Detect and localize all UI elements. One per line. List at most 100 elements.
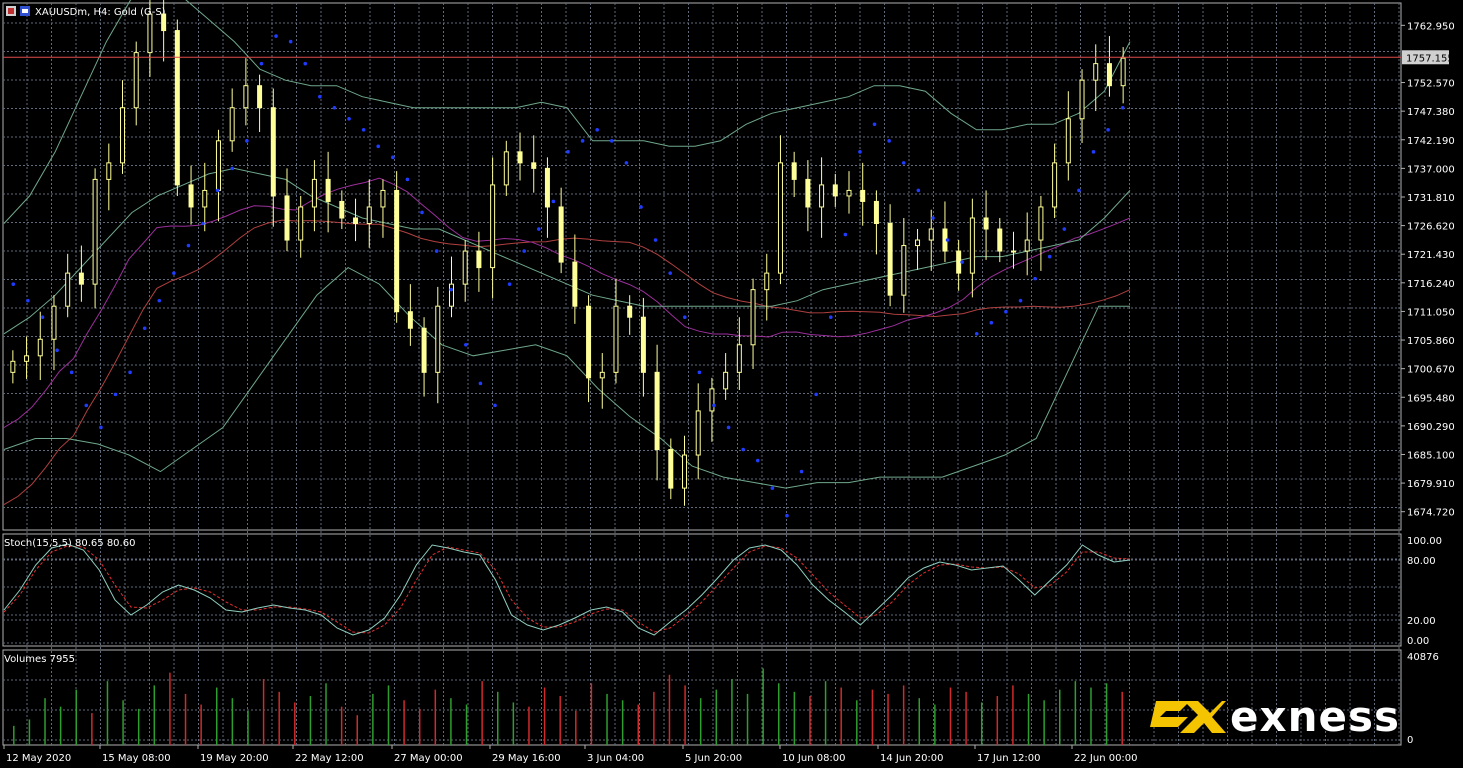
candle-body	[873, 200, 879, 225]
time-tick-label: 27 May 00:00	[394, 753, 463, 764]
psar-dot	[259, 61, 264, 66]
psar-dot	[157, 298, 162, 303]
price-tick-label: 1679.910	[1407, 479, 1455, 490]
psar-dot	[113, 392, 118, 397]
candle-body	[476, 250, 482, 269]
chart-period-icon[interactable]	[20, 6, 30, 16]
psar-dot	[785, 513, 789, 518]
psar-dot	[201, 221, 205, 226]
psar-dot	[361, 127, 366, 132]
psar-dot	[814, 392, 818, 397]
psar-dot	[712, 403, 716, 408]
psar-dot	[945, 238, 950, 242]
psar-dot	[1004, 309, 1008, 314]
exness-logo: exness	[1148, 696, 1400, 738]
candle-body	[65, 272, 71, 307]
candle-body	[174, 30, 180, 186]
price-tick-label: 1700.670	[1407, 365, 1455, 376]
time-tick-label: 14 Jun 20:00	[880, 753, 944, 764]
candle-body	[709, 388, 715, 412]
price-tick-label: 1674.720	[1407, 508, 1455, 519]
time-tick-label: 5 Jun 20:00	[685, 753, 742, 764]
price-tick-label: 1737.000	[1407, 164, 1455, 175]
candle-body	[188, 184, 194, 208]
candle-body	[572, 261, 578, 307]
candle-body	[791, 162, 797, 180]
price-tick-label: 1742.190	[1407, 136, 1455, 147]
candle-body	[503, 151, 509, 186]
price-tick-label: 1762.950	[1407, 21, 1455, 32]
candle-body	[1065, 118, 1071, 164]
volume-min-label: 0	[1407, 735, 1413, 746]
candle-body	[750, 289, 756, 346]
trading-chart[interactable]: 1757.155 1762.950 1752.570 1747.380 1742.19…	[0, 0, 1463, 768]
candle-body	[215, 140, 221, 191]
candle-body	[887, 223, 893, 296]
candle-body	[490, 184, 496, 269]
stoch-tick-label: 80.00	[1407, 556, 1436, 567]
psar-dot	[1077, 188, 1081, 193]
candle-body	[229, 107, 235, 142]
psar-dot	[726, 425, 731, 430]
candle-body	[92, 178, 98, 285]
candle-body	[777, 162, 783, 274]
psar-dot	[522, 249, 527, 253]
candle-body	[366, 206, 372, 225]
psar-dot	[858, 150, 862, 154]
psar-dot	[989, 320, 994, 325]
price-tick-label: 1752.570	[1407, 79, 1455, 90]
candle-body	[1120, 57, 1126, 87]
psar-dot	[245, 139, 249, 143]
candle-body	[37, 338, 43, 357]
psar-dot	[11, 282, 16, 286]
candle-body	[654, 371, 660, 451]
candle-body	[353, 217, 359, 225]
candle-body	[832, 184, 838, 197]
psar-dot	[580, 139, 585, 143]
candle-body	[695, 410, 701, 456]
candle-body	[257, 85, 263, 109]
psar-dot	[69, 370, 74, 375]
chart-window-icon[interactable]	[6, 6, 16, 16]
candle-body	[394, 189, 400, 313]
candle-body	[1010, 250, 1016, 253]
time-tick-label: 10 Jun 08:00	[782, 753, 846, 764]
candle-body	[764, 272, 770, 291]
psar-dot	[1033, 276, 1037, 281]
psar-dot	[449, 287, 454, 292]
candle-body	[24, 355, 30, 362]
psar-dot	[843, 232, 848, 237]
psar-dot	[347, 116, 351, 121]
candle-body	[448, 283, 454, 307]
psar-dot	[172, 271, 176, 275]
candle-body	[586, 305, 592, 379]
candle-body	[1024, 239, 1030, 252]
psar-dot	[478, 381, 483, 386]
psar-dot	[1018, 298, 1023, 303]
psar-dot	[537, 227, 541, 231]
candle-body	[517, 151, 523, 164]
time-tick-label: 17 Jun 12:00	[977, 753, 1041, 764]
psar-dot	[639, 205, 643, 209]
psar-dot	[770, 486, 775, 490]
psar-dot	[931, 216, 935, 220]
psar-dot	[551, 199, 556, 204]
psar-dot	[566, 150, 570, 154]
candle-body	[1038, 206, 1044, 241]
psar-dot	[332, 105, 337, 110]
stoch-tick-label: 100.00	[1407, 536, 1442, 547]
psar-dot	[741, 447, 745, 452]
exness-logo-icon	[1150, 701, 1226, 733]
candle-body	[311, 178, 317, 208]
psar-dot	[887, 139, 891, 143]
candle-body	[243, 85, 249, 109]
psar-dot	[755, 458, 760, 463]
candle-body	[78, 272, 84, 285]
chart-background	[0, 0, 1463, 768]
psar-dot	[1091, 150, 1096, 154]
psar-dot	[595, 127, 599, 132]
candle-body	[133, 52, 139, 109]
candle-body	[805, 178, 811, 208]
exness-wordmark: exness	[1230, 692, 1400, 741]
candle-body	[10, 360, 16, 373]
